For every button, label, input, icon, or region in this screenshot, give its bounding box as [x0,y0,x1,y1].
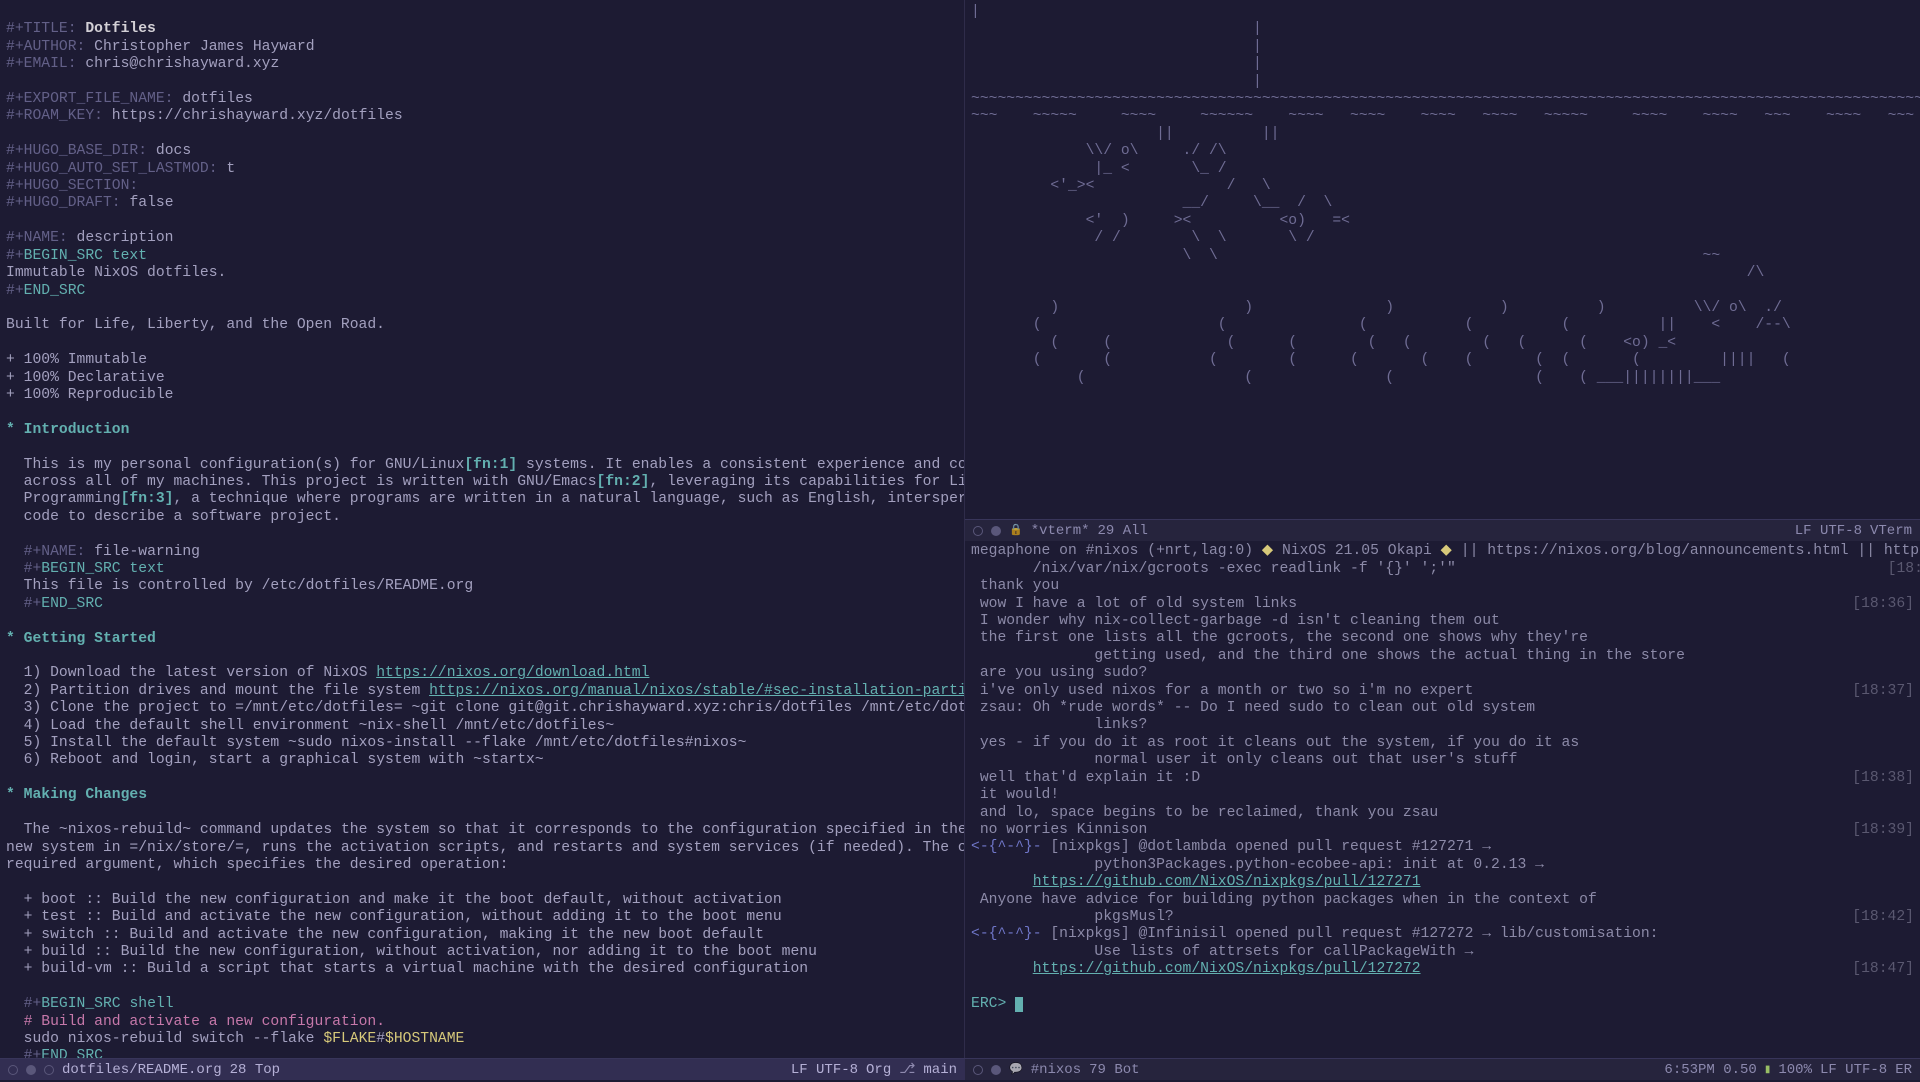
irc-pane[interactable]: megaphone on #nixos (+nrt,lag:0) ◆ NixOS… [965,522,1920,1080]
heading-making-changes[interactable]: * Making Changes [6,787,147,803]
state-dot [991,526,1001,536]
state-dot [26,1065,36,1075]
modified-indicator [973,526,983,536]
branch-icon [899,1059,915,1081]
modeline-irc: #nixos 79 Bot 6:53PM 0.50 100% LF UTF-8 … [965,1058,1920,1080]
buffer-name: #nixos [1031,1059,1081,1081]
state-hollow [973,1065,983,1075]
heading-introduction[interactable]: * Introduction [6,422,129,438]
heading-getting-started[interactable]: * Getting Started [6,631,156,647]
vterm-pane[interactable]: | | | | | ~~~~~~~~~~~~~~~~~~~~~~~~~~~~~~… [965,0,1920,522]
clock: 6:53PM 0.50 [1664,1059,1756,1081]
state-dot [991,1065,1001,1075]
irc-prompt: ERC> [971,996,1015,1012]
modeline-editor: dotfiles/README.org 28 Top LF UTF-8 Org … [0,1058,965,1080]
irc-lines: thank you wow I have a lot of old system… [971,578,1685,977]
buffer-name: *vterm* [1031,520,1090,542]
doc-title: Dotfiles [85,21,156,37]
state-hollow [8,1065,18,1075]
modeline-vterm: *vterm* 29 All LF UTF-8 VTerm [965,519,1920,541]
battery-icon [1765,1058,1771,1082]
cursor-block[interactable] [1015,997,1023,1012]
link-download[interactable]: https://nixos.org/download.html [376,665,649,681]
chat-icon [1009,1058,1023,1081]
buffer-name: dotfiles/README.org [62,1059,222,1081]
link-partition[interactable]: https://nixos.org/manual/nixos/stable/#s… [429,683,965,699]
lock-icon [1009,519,1023,542]
org-editor-pane[interactable]: #+TITLE: Dotfiles #+AUTHOR: Christopher … [0,0,965,1058]
state-hollow2 [44,1065,54,1075]
